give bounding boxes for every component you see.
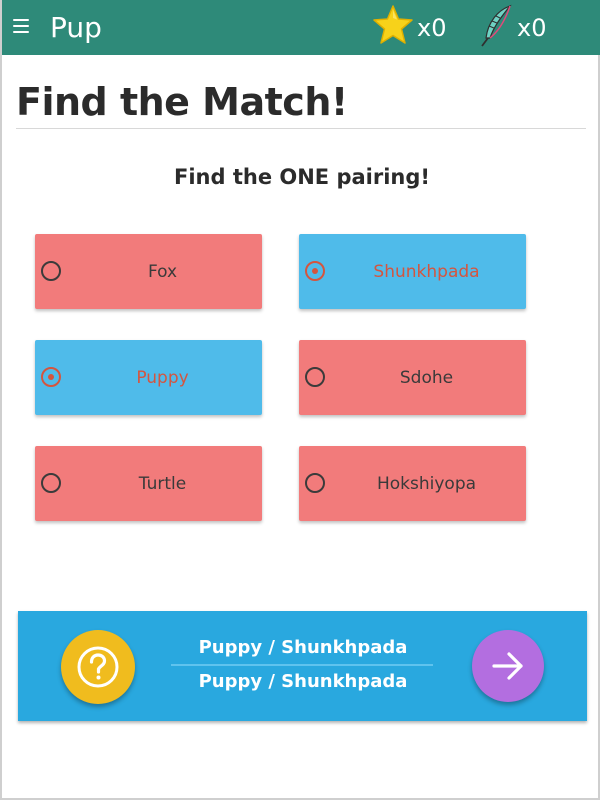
arrow-right-icon [492, 652, 523, 680]
radio-button[interactable] [41, 261, 61, 281]
radio-button[interactable] [41, 473, 61, 493]
radio-button[interactable] [305, 367, 325, 387]
next-button[interactable] [472, 630, 544, 702]
question-mark-icon [77, 646, 119, 688]
option-label: Hokshiyopa [376, 473, 477, 494]
answer-bar: Puppy / Shunkhpada Puppy / Shunkhpada [18, 611, 587, 721]
feather-icon [481, 4, 512, 47]
star-count: x0 [417, 14, 447, 42]
radio-button-selected[interactable] [41, 367, 61, 387]
option-label: Fox [147, 261, 178, 282]
option-shunkhpada[interactable]: Shunkhpada [299, 234, 526, 309]
option-hokshiyopa[interactable]: Hokshiyopa [299, 446, 526, 521]
title-divider [16, 128, 586, 129]
page: Pup x0 x0 Find the Match! Find the ONE p… [0, 0, 600, 800]
option-label: Shunkhpada [373, 261, 480, 282]
answer-line-1: Puppy / Shunkhpada [198, 637, 408, 658]
page-title: Find the Match! [16, 80, 348, 124]
option-sdohe[interactable]: Sdohe [299, 340, 526, 415]
star-icon [373, 5, 413, 44]
app-bar: Pup x0 x0 [2, 0, 600, 55]
option-label: Puppy [136, 367, 189, 388]
answer-line-2: Puppy / Shunkhpada [198, 671, 408, 692]
option-puppy[interactable]: Puppy [35, 340, 262, 415]
app-title: Pup [50, 11, 102, 44]
radio-button-selected[interactable] [305, 261, 325, 281]
instruction-text: Find the ONE pairing! [174, 165, 430, 189]
option-label: Turtle [138, 473, 187, 494]
feather-count: x0 [517, 14, 547, 42]
option-turtle[interactable]: Turtle [35, 446, 262, 521]
option-label: Sdohe [399, 367, 454, 388]
answer-divider [171, 664, 433, 666]
hamburger-menu-icon[interactable] [13, 19, 29, 33]
radio-button[interactable] [305, 473, 325, 493]
option-fox[interactable]: Fox [35, 234, 262, 309]
help-button[interactable] [61, 630, 135, 704]
